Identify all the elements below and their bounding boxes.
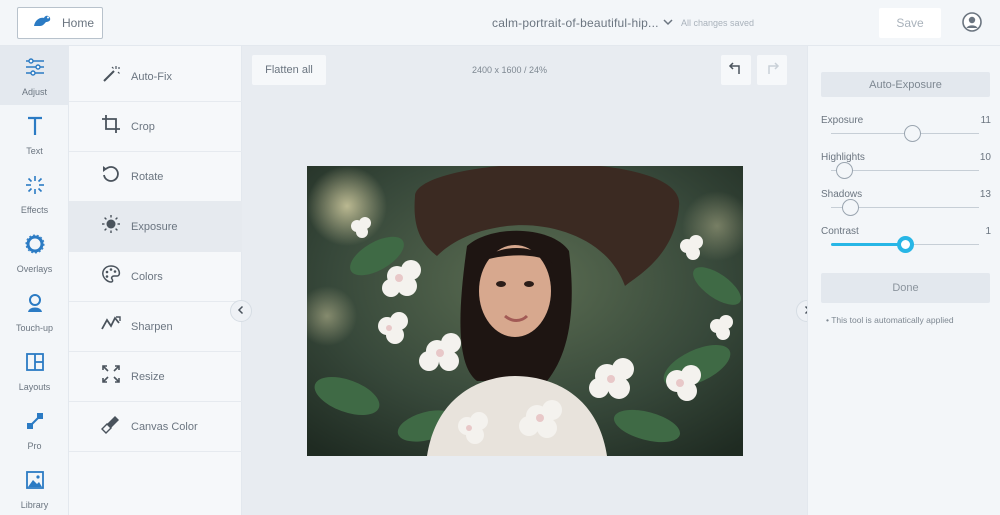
- rail-item-pro[interactable]: Pro: [0, 400, 69, 459]
- redo-icon: [764, 60, 780, 81]
- highlights-slider[interactable]: Highlights 10: [821, 152, 991, 186]
- rail-item-adjust[interactable]: Adjust: [0, 46, 69, 105]
- slider-value: 11: [980, 115, 991, 126]
- slider-fill: [831, 243, 905, 246]
- resize-icon: [101, 364, 121, 389]
- adjustment-panel: Auto-Exposure Exposure 11 Highlights 10 …: [807, 46, 1000, 515]
- tool-label: Exposure: [131, 220, 178, 233]
- tool-auto-fix[interactable]: Auto-Fix: [69, 52, 242, 102]
- crop-icon: [101, 114, 121, 139]
- tool-label: Resize: [131, 370, 165, 383]
- tool-sharpen[interactable]: Sharpen: [69, 302, 242, 352]
- tool-colors[interactable]: Colors: [69, 252, 242, 302]
- auto-apply-hint: • This tool is automatically applied: [826, 315, 954, 325]
- image-icon: [24, 469, 46, 496]
- sliders-icon: [24, 56, 46, 83]
- top-bar: Home calm-portrait-of-beautiful-hip... A…: [0, 0, 1000, 46]
- tool-exposure[interactable]: Exposure: [69, 202, 242, 252]
- tool-label: Rotate: [131, 170, 164, 183]
- slider-knob[interactable]: [897, 236, 914, 253]
- magic-wand-icon: [101, 64, 121, 89]
- tool-resize[interactable]: Resize: [69, 352, 242, 402]
- rail-label: Overlays: [16, 264, 53, 274]
- collapse-left-button[interactable]: [230, 300, 252, 322]
- slider-name: Shadows: [821, 189, 863, 200]
- slider-knob[interactable]: [842, 199, 860, 216]
- hint-text: This tool is automatically applied: [831, 315, 954, 325]
- slider-value: 1: [985, 226, 991, 237]
- tool-label: Sharpen: [131, 320, 173, 333]
- canvas-dimensions: 2400 x 1600 / 24%: [472, 65, 548, 75]
- circle-overlay-icon: [24, 233, 46, 260]
- tool-label: Auto-Fix: [131, 70, 172, 83]
- frog-logo-icon: [32, 13, 52, 34]
- rail-label: Layouts: [18, 382, 51, 392]
- slider-name: Contrast: [821, 226, 859, 237]
- rail-label: Effects: [20, 205, 49, 215]
- text-icon: [24, 115, 46, 142]
- sun-icon: [101, 214, 121, 239]
- tool-rotate[interactable]: Rotate: [69, 152, 242, 202]
- tool-canvas-color[interactable]: Canvas Color: [69, 402, 242, 452]
- rail-label: Library: [20, 500, 49, 510]
- filename[interactable]: calm-portrait-of-beautiful-hip...: [492, 16, 659, 30]
- undo-button[interactable]: [721, 55, 751, 85]
- flatten-all-button[interactable]: Flatten all: [252, 55, 326, 85]
- save-status: All changes saved: [681, 18, 755, 28]
- home-button[interactable]: Home: [17, 7, 103, 39]
- slider-knob[interactable]: [836, 162, 854, 179]
- shadows-slider[interactable]: Shadows 13: [821, 189, 991, 223]
- undo-icon: [728, 60, 744, 81]
- person-icon: [24, 292, 46, 319]
- rail-item-touch-up[interactable]: Touch-up: [0, 282, 69, 341]
- slider-value: 13: [979, 189, 991, 200]
- chevron-left-icon: [236, 302, 246, 320]
- rotate-icon: [101, 164, 121, 189]
- tool-label: Crop: [131, 120, 155, 133]
- done-button[interactable]: Done: [821, 273, 990, 303]
- rail-label: Touch-up: [15, 323, 54, 333]
- auto-exposure-button[interactable]: Auto-Exposure: [821, 72, 990, 97]
- slider-track[interactable]: [831, 170, 979, 171]
- rail-item-text[interactable]: Text: [0, 105, 69, 164]
- user-avatar-icon[interactable]: [962, 12, 982, 32]
- rail-item-effects[interactable]: Effects: [0, 164, 69, 223]
- pro-icon: [24, 410, 46, 437]
- rail-label: Adjust: [21, 87, 47, 97]
- tool-label: Canvas Color: [131, 420, 198, 433]
- rail-label: Pro: [27, 441, 42, 451]
- sharpen-icon: [101, 314, 121, 339]
- category-rail: Adjust Text Effects Overlays Touch-up La…: [0, 46, 69, 515]
- rail-item-overlays[interactable]: Overlays: [0, 223, 69, 282]
- portrait-photo: [307, 166, 743, 456]
- tool-label: Colors: [131, 270, 163, 283]
- redo-button[interactable]: [757, 55, 787, 85]
- tool-list: Auto-Fix Crop Rotate Exposure Colors Sha…: [69, 46, 242, 515]
- chevron-down-icon[interactable]: [663, 15, 673, 34]
- rail-label: Text: [26, 146, 43, 156]
- slider-name: Exposure: [821, 115, 864, 126]
- paint-bucket-icon: [101, 414, 121, 439]
- rail-item-layouts[interactable]: Layouts: [0, 341, 69, 400]
- slider-value: 10: [979, 152, 991, 163]
- palette-icon: [101, 264, 121, 289]
- rail-item-library[interactable]: Library: [0, 459, 69, 515]
- home-label: Home: [62, 16, 95, 30]
- photo-canvas[interactable]: [307, 166, 743, 456]
- slider-knob[interactable]: [904, 125, 922, 142]
- layout-icon: [24, 351, 46, 378]
- exposure-slider[interactable]: Exposure 11: [821, 115, 991, 149]
- contrast-slider[interactable]: Contrast 1: [821, 226, 991, 260]
- sparkle-icon: [24, 174, 46, 201]
- save-button[interactable]: Save: [879, 8, 941, 38]
- tool-crop[interactable]: Crop: [69, 102, 242, 152]
